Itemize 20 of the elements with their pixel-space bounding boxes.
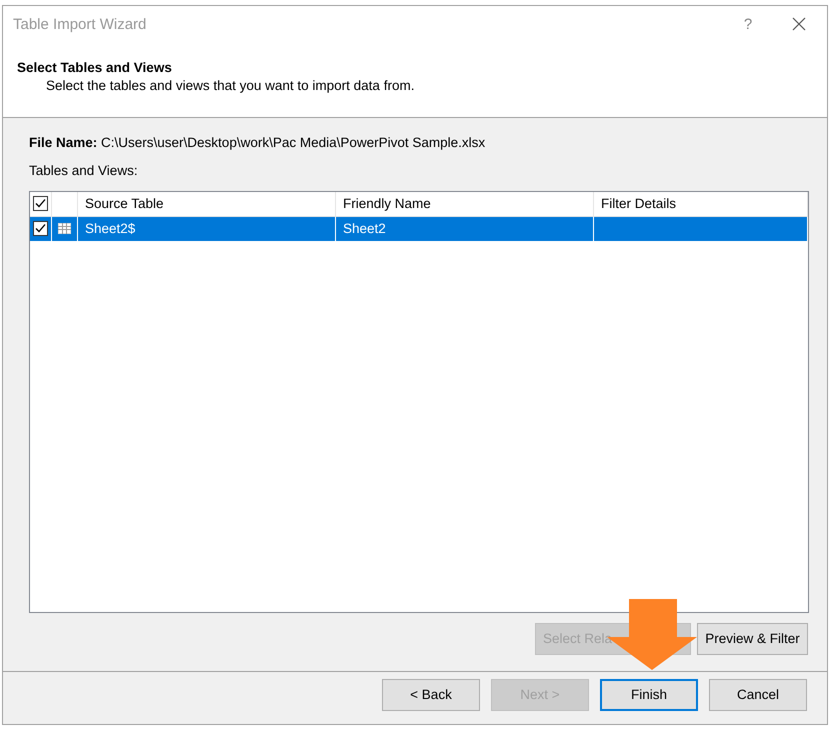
page-heading: Select Tables and Views	[17, 60, 173, 75]
column-header[interactable]: Source Table	[78, 192, 336, 216]
table-icon	[58, 223, 71, 234]
checkbox[interactable]	[33, 196, 48, 212]
close-icon	[792, 17, 806, 31]
preview-filter-button[interactable]: Preview & Filter	[697, 622, 808, 655]
list-label: Tables and Views:	[29, 162, 139, 178]
wizard-button[interactable]: Finish	[600, 678, 698, 711]
table-cell: Sheet2$	[78, 216, 336, 241]
column-header[interactable]: Friendly Name	[336, 192, 594, 216]
window-title: Table Import Wizard	[13, 16, 148, 32]
table-cell: Sheet2	[336, 216, 594, 241]
help-button[interactable]: ?	[725, 6, 771, 42]
wizard-button[interactable]: < Back	[382, 678, 480, 711]
wizard-button[interactable]: Cancel	[709, 678, 807, 711]
file-name-text: File Name: C:\Users\user\Desktop\work\Pac Media\PowerPivot Sample.xlsx	[29, 134, 486, 150]
page-description: Select the tables and views that you want to import data from.	[46, 78, 416, 93]
checkbox[interactable]	[33, 221, 48, 236]
table-row[interactable]: Sheet2$ Sheet2	[30, 216, 808, 241]
column-header[interactable]: Filter Details	[594, 192, 808, 216]
